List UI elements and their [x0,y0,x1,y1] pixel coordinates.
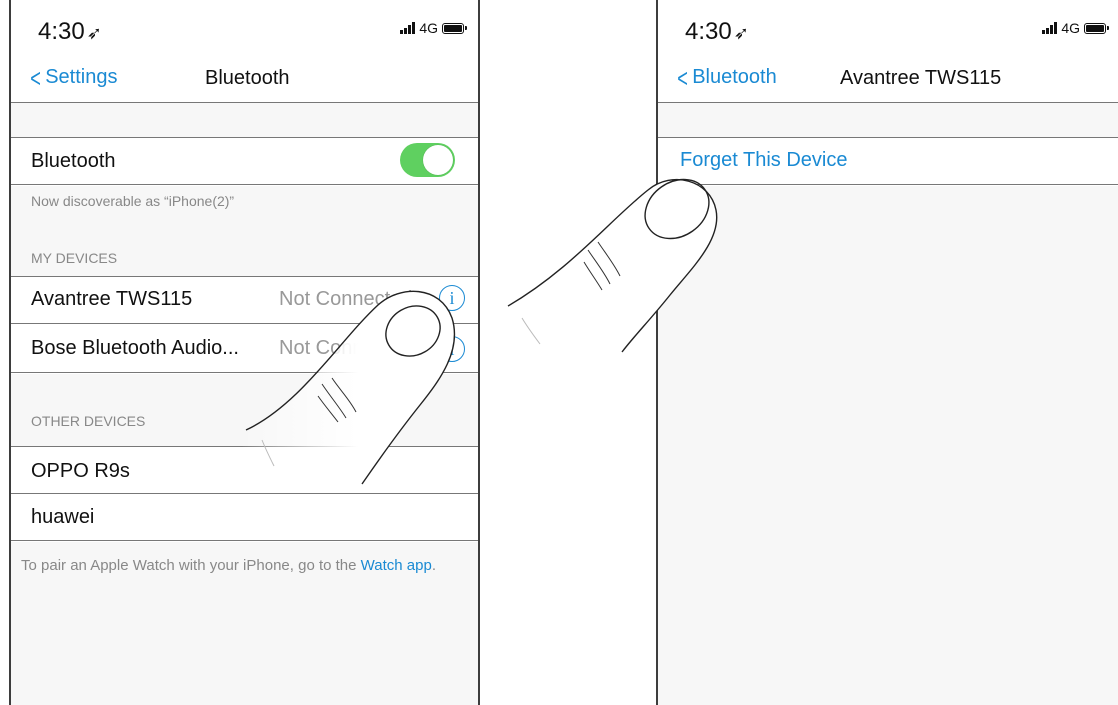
section-spacer [11,103,478,138]
empty-area [658,186,1118,705]
divider [658,184,1118,185]
divider [658,137,1118,138]
navigation-bar: < Settings Bluetooth [11,58,478,103]
toggle-knob [423,145,453,175]
device-row-oppo[interactable]: OPPO R9s [11,448,478,493]
status-bar: 4:30 ➶ 4G [658,0,1118,58]
device-row-bose[interactable]: Bose Bluetooth Audio... Not Connected [11,325,478,372]
divider [11,446,478,447]
note-end: . [431,557,436,574]
status-time-text: 4:30 [685,18,732,45]
page-title: Avantree TWS115 [840,67,1002,89]
network-type: 4G [419,20,438,36]
divider [11,323,478,324]
divider [11,276,478,277]
status-time: 4:30 ➶ [685,18,749,46]
info-button-avantree[interactable]: i [439,285,465,311]
device-name: OPPO R9s [31,460,130,482]
back-button-bluetooth[interactable]: < Bluetooth [675,62,777,93]
info-button-bose[interactable]: i [439,336,465,362]
device-name: Avantree TWS115 [31,288,193,310]
forget-device-button[interactable]: Forget This Device [680,149,847,172]
bluetooth-settings-screen: 4:30 ➶ 4G < Settings Bluetooth Bluetooth … [9,0,480,705]
battery-icon [1084,22,1109,34]
status-time: 4:30 ➶ [38,18,102,46]
status-indicators: 4G [400,20,467,36]
back-button-label: Bluetooth [692,66,777,88]
battery-icon [442,22,467,34]
back-button-settings[interactable]: < Settings [28,62,118,93]
navigation-bar: < Bluetooth Avantree TWS115 [658,58,1118,103]
device-name: Bose Bluetooth Audio... [31,337,239,359]
divider [11,493,478,494]
divider [11,184,478,185]
device-status: Not Connected [279,337,413,359]
note-text: To pair an Apple Watch with your iPhone,… [21,557,361,574]
network-type: 4G [1061,20,1080,36]
device-name: huawei [31,506,95,528]
my-devices-header: MY DEVICES [31,250,118,266]
status-indicators: 4G [1042,20,1109,36]
chevron-left-icon: < [30,62,41,93]
section-spacer [658,103,1118,138]
device-detail-screen: 4:30 ➶ 4G < Bluetooth Avantree TWS115 For… [656,0,1118,705]
page-title: Bluetooth [205,67,290,89]
watch-app-link[interactable]: Watch app [361,557,432,574]
location-arrow-icon: ➶ [86,23,102,43]
divider [11,137,478,138]
discoverable-caption: Now discoverable as “iPhone(2)” [31,193,235,209]
group-header-area [11,374,478,446]
signal-icon [400,22,416,34]
divider [11,540,478,541]
chevron-left-icon: < [677,62,688,93]
device-status: Not Connected [279,288,413,310]
other-devices-header: OTHER DEVICES [31,413,146,429]
bluetooth-label: Bluetooth [31,150,116,172]
location-arrow-icon: ➶ [733,23,749,43]
status-time-text: 4:30 [38,18,85,45]
device-row-huawei[interactable]: huawei [11,495,478,540]
back-button-label: Settings [45,66,118,88]
apple-watch-note: To pair an Apple Watch with your iPhone,… [21,554,476,577]
bluetooth-toggle[interactable] [400,143,455,177]
device-row-avantree[interactable]: Avantree TWS115 Not Connected [11,278,478,323]
status-bar: 4:30 ➶ 4G [11,0,478,58]
signal-icon [1042,22,1058,34]
divider [11,372,478,373]
